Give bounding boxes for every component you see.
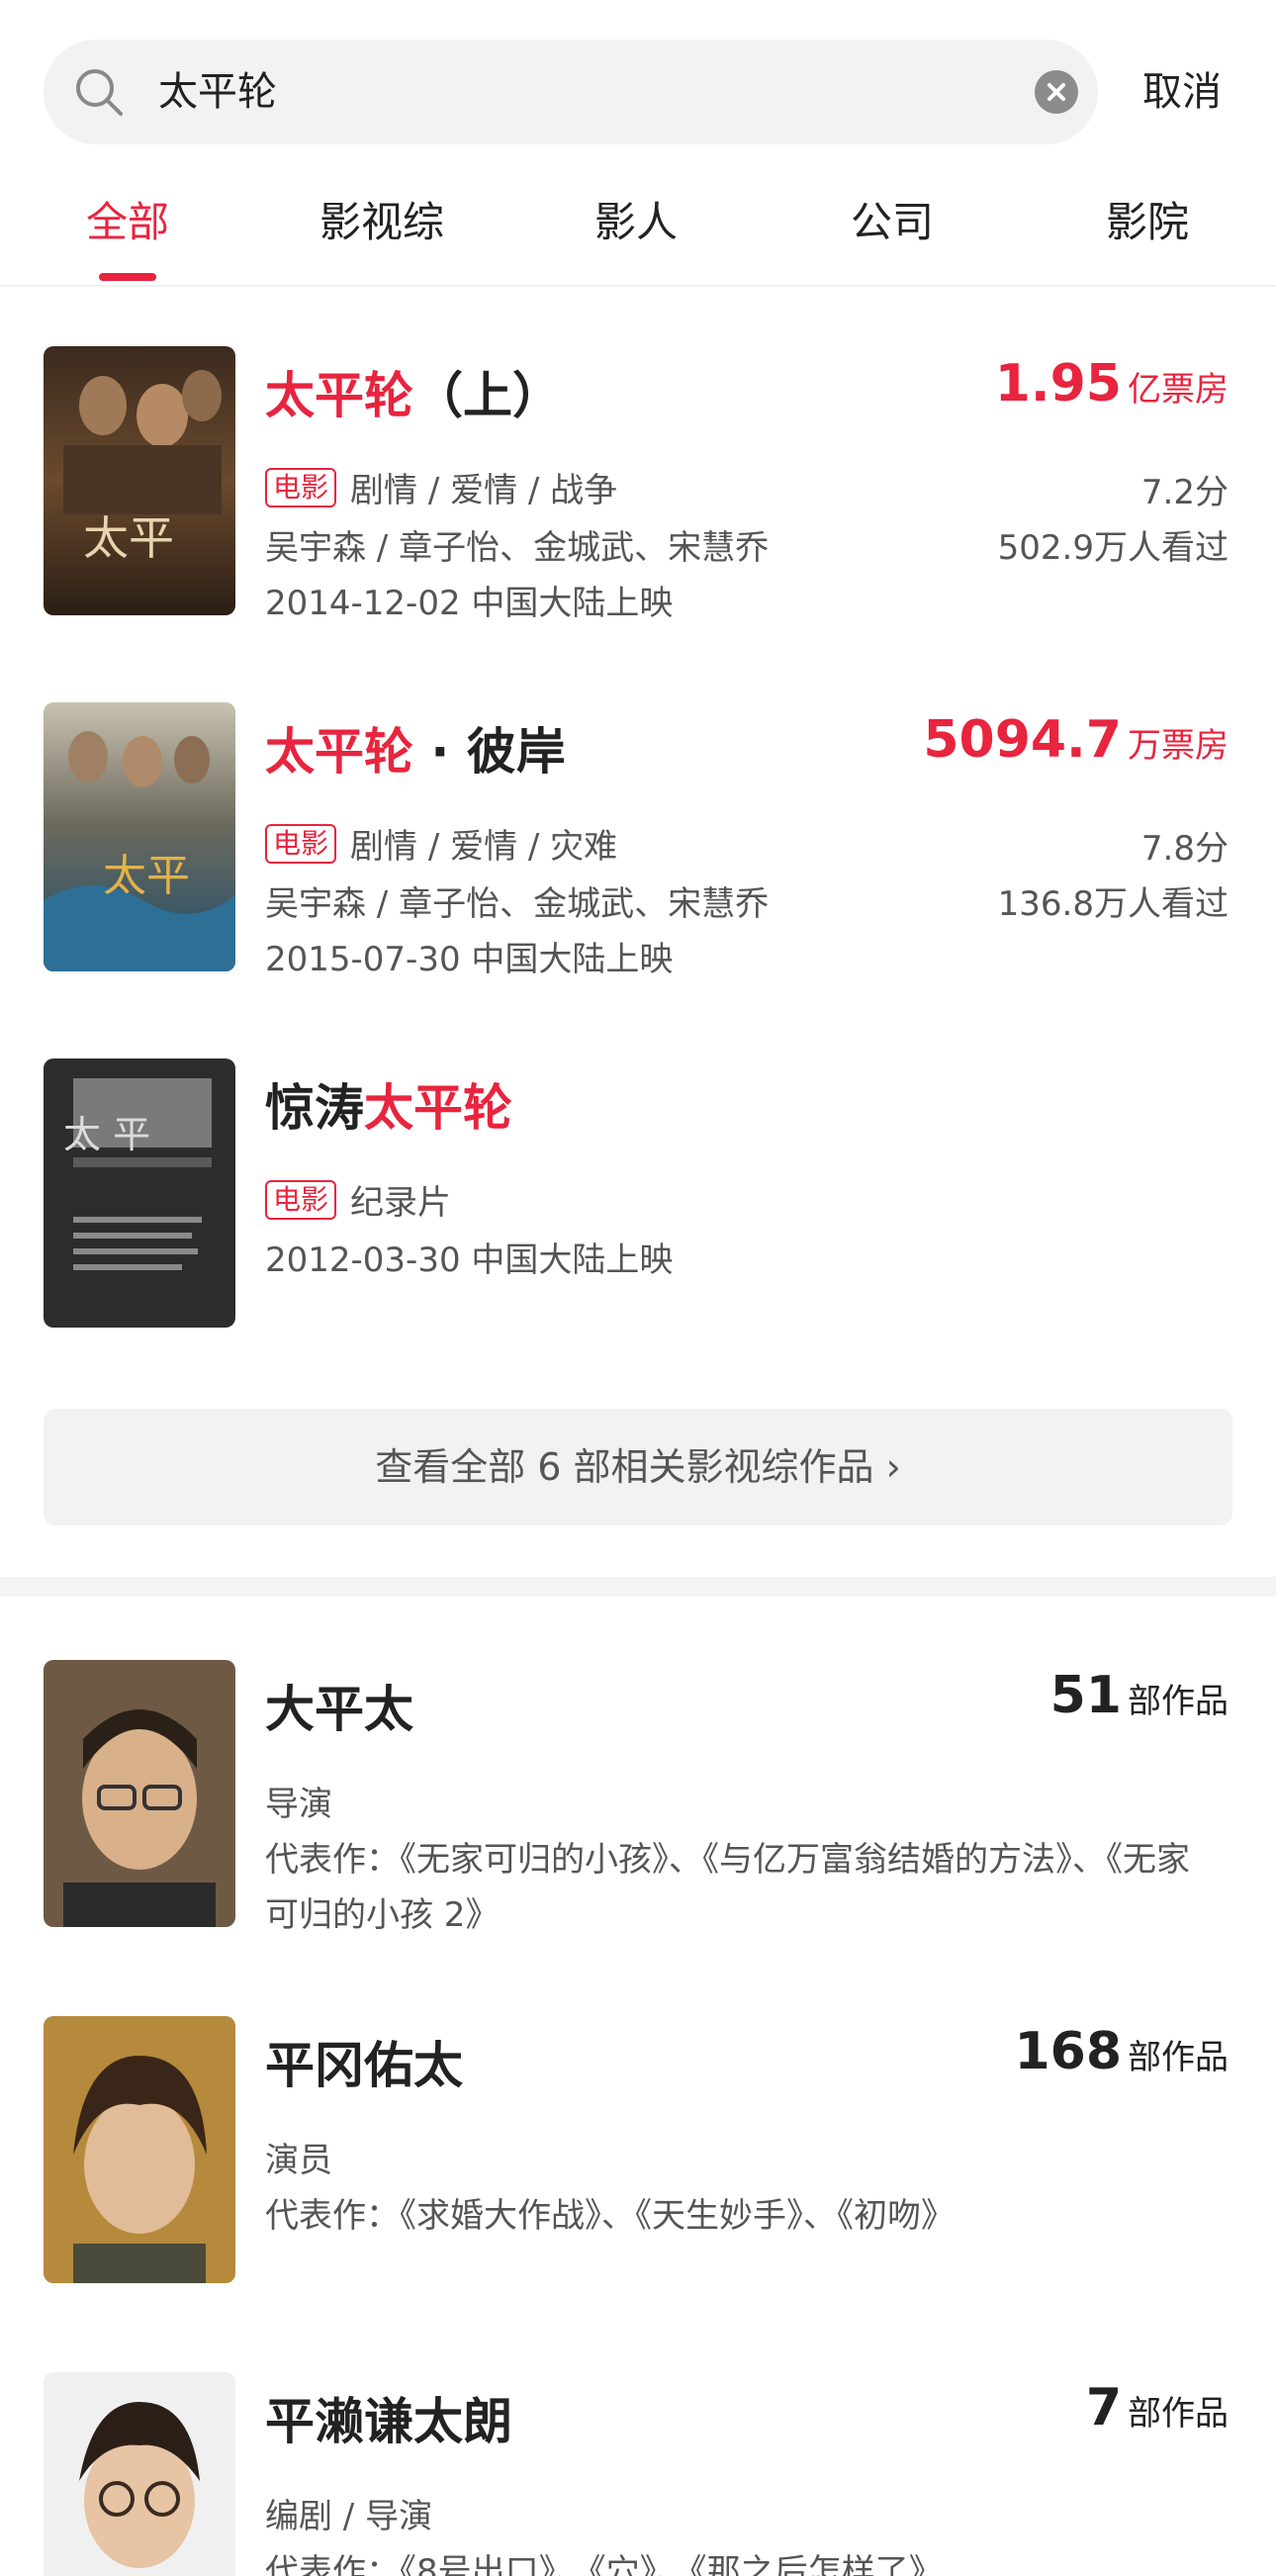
- movie-poster[interactable]: 太平: [44, 346, 235, 615]
- movie-cast: 吴宇森 / 章子怡、金城武、宋慧乔: [265, 528, 770, 568]
- cancel-button[interactable]: 取消: [1128, 40, 1236, 144]
- works-count: 7 部作品: [1085, 2378, 1229, 2438]
- view-all-works-button[interactable]: 查看全部 6 部相关影视综作品 ›: [44, 1409, 1232, 1525]
- active-tab-indicator: [99, 273, 156, 281]
- works-count: 168 部作品: [1014, 2022, 1229, 2081]
- tab-all[interactable]: 全部: [19, 168, 236, 277]
- section-divider: [0, 1577, 1276, 1597]
- movie-poster[interactable]: 太 平: [44, 1058, 235, 1328]
- movie-viewers: 502.9万人看过: [997, 528, 1229, 568]
- person-role: 编剧 / 导演: [265, 2497, 433, 2536]
- works-count: 51 部作品: [1049, 1666, 1229, 1725]
- tab-film-tv[interactable]: 影视综: [273, 168, 491, 277]
- person-avatar[interactable]: [44, 1660, 235, 1927]
- search-icon: [76, 69, 123, 116]
- movie-cast: 吴宇森 / 章子怡、金城武、宋慧乔: [265, 884, 770, 924]
- movie-title: 太平轮（上）: [265, 367, 562, 424]
- person-avatar[interactable]: [44, 2016, 235, 2283]
- movie-title: 太平轮 · 彼岸: [265, 723, 566, 781]
- tab-companies[interactable]: 公司: [783, 168, 1001, 277]
- tab-people[interactable]: 影人: [527, 168, 745, 277]
- person-role: 导演: [265, 1785, 332, 1824]
- person-avatar[interactable]: [44, 2372, 235, 2576]
- movie-genres: 电影 纪录片: [265, 1175, 451, 1224]
- movie-genres: 电影 剧情 / 爱情 / 战争: [265, 463, 617, 511]
- representative-works: 代表作：《8号出口》、《穴》、《那之后怎样了》: [265, 2552, 943, 2576]
- representative-works: 代表作：《无家可归的小孩》、《与亿万富翁结婚的方法》、《无家可归的小孩 2》: [265, 1840, 1190, 1935]
- movie-result[interactable]: 太平 太平轮（上） 1.95 亿票房 电影 剧情 / 爱情 / 战争 7.2分 吴宇…: [0, 346, 1276, 643]
- movie-rating: 7.2分: [1140, 473, 1229, 512]
- movie-type-badge: 电影: [265, 467, 337, 507]
- representative-works: 代表作：《求婚大作战》、《天生妙手》、《初吻》: [265, 2196, 955, 2236]
- search-input[interactable]: 太平轮: [158, 40, 277, 144]
- movie-type-badge: 电影: [265, 823, 337, 864]
- movie-title: 惊涛太平轮: [265, 1079, 512, 1137]
- box-office: 5094.7 万票房: [923, 710, 1229, 770]
- movie-result[interactable]: 太 平 惊涛太平轮 电影 纪录片 2012-03-30 中国大陆上映: [0, 1058, 1276, 1355]
- movie-poster[interactable]: 太平: [44, 702, 235, 971]
- box-office: 1.95 亿票房: [994, 354, 1229, 414]
- person-name: 平濑谦太朗: [265, 2393, 512, 2450]
- movie-release: 2015-07-30 中国大陆上映: [265, 940, 674, 979]
- movie-release: 2012-03-30 中国大陆上映: [265, 1241, 674, 1280]
- clear-icon[interactable]: [1035, 70, 1078, 114]
- search-bar[interactable]: 太平轮: [44, 40, 1098, 144]
- movie-result[interactable]: 太平 太平轮 · 彼岸 5094.7 万票房 电影 剧情 / 爱情 / 灾难 7.8…: [0, 702, 1276, 999]
- person-name: 平冈佑太: [265, 2037, 463, 2094]
- svg-text:太 平: 太 平: [63, 1113, 150, 1156]
- person-name: 大平太: [265, 1681, 413, 1738]
- movie-release: 2014-12-02 中国大陆上映: [265, 584, 674, 623]
- movie-rating: 7.8分: [1140, 829, 1229, 869]
- person-result[interactable]: 平濑谦太朗 7 部作品 编剧 / 导演 代表作：《8号出口》、《穴》、《那之后怎样…: [0, 2372, 1276, 2576]
- movie-type-badge: 电影: [265, 1179, 337, 1220]
- person-role: 演员: [265, 2141, 332, 2180]
- svg-text:太平: 太平: [83, 511, 174, 565]
- movie-genres: 电影 剧情 / 爱情 / 灾难: [265, 819, 617, 868]
- svg-text:太平: 太平: [103, 851, 190, 901]
- tab-cinemas[interactable]: 影院: [1039, 168, 1256, 277]
- person-result[interactable]: 平冈佑太 168 部作品 演员 代表作：《求婚大作战》、《天生妙手》、《初吻》: [0, 2016, 1276, 2313]
- person-result[interactable]: 大平太 51 部作品 导演 代表作：《无家可归的小孩》、《与亿万富翁结婚的方法》、…: [0, 1660, 1276, 1957]
- movie-viewers: 136.8万人看过: [997, 884, 1229, 924]
- tab-bar: 全部 影视综 影人 公司 影院: [0, 168, 1276, 287]
